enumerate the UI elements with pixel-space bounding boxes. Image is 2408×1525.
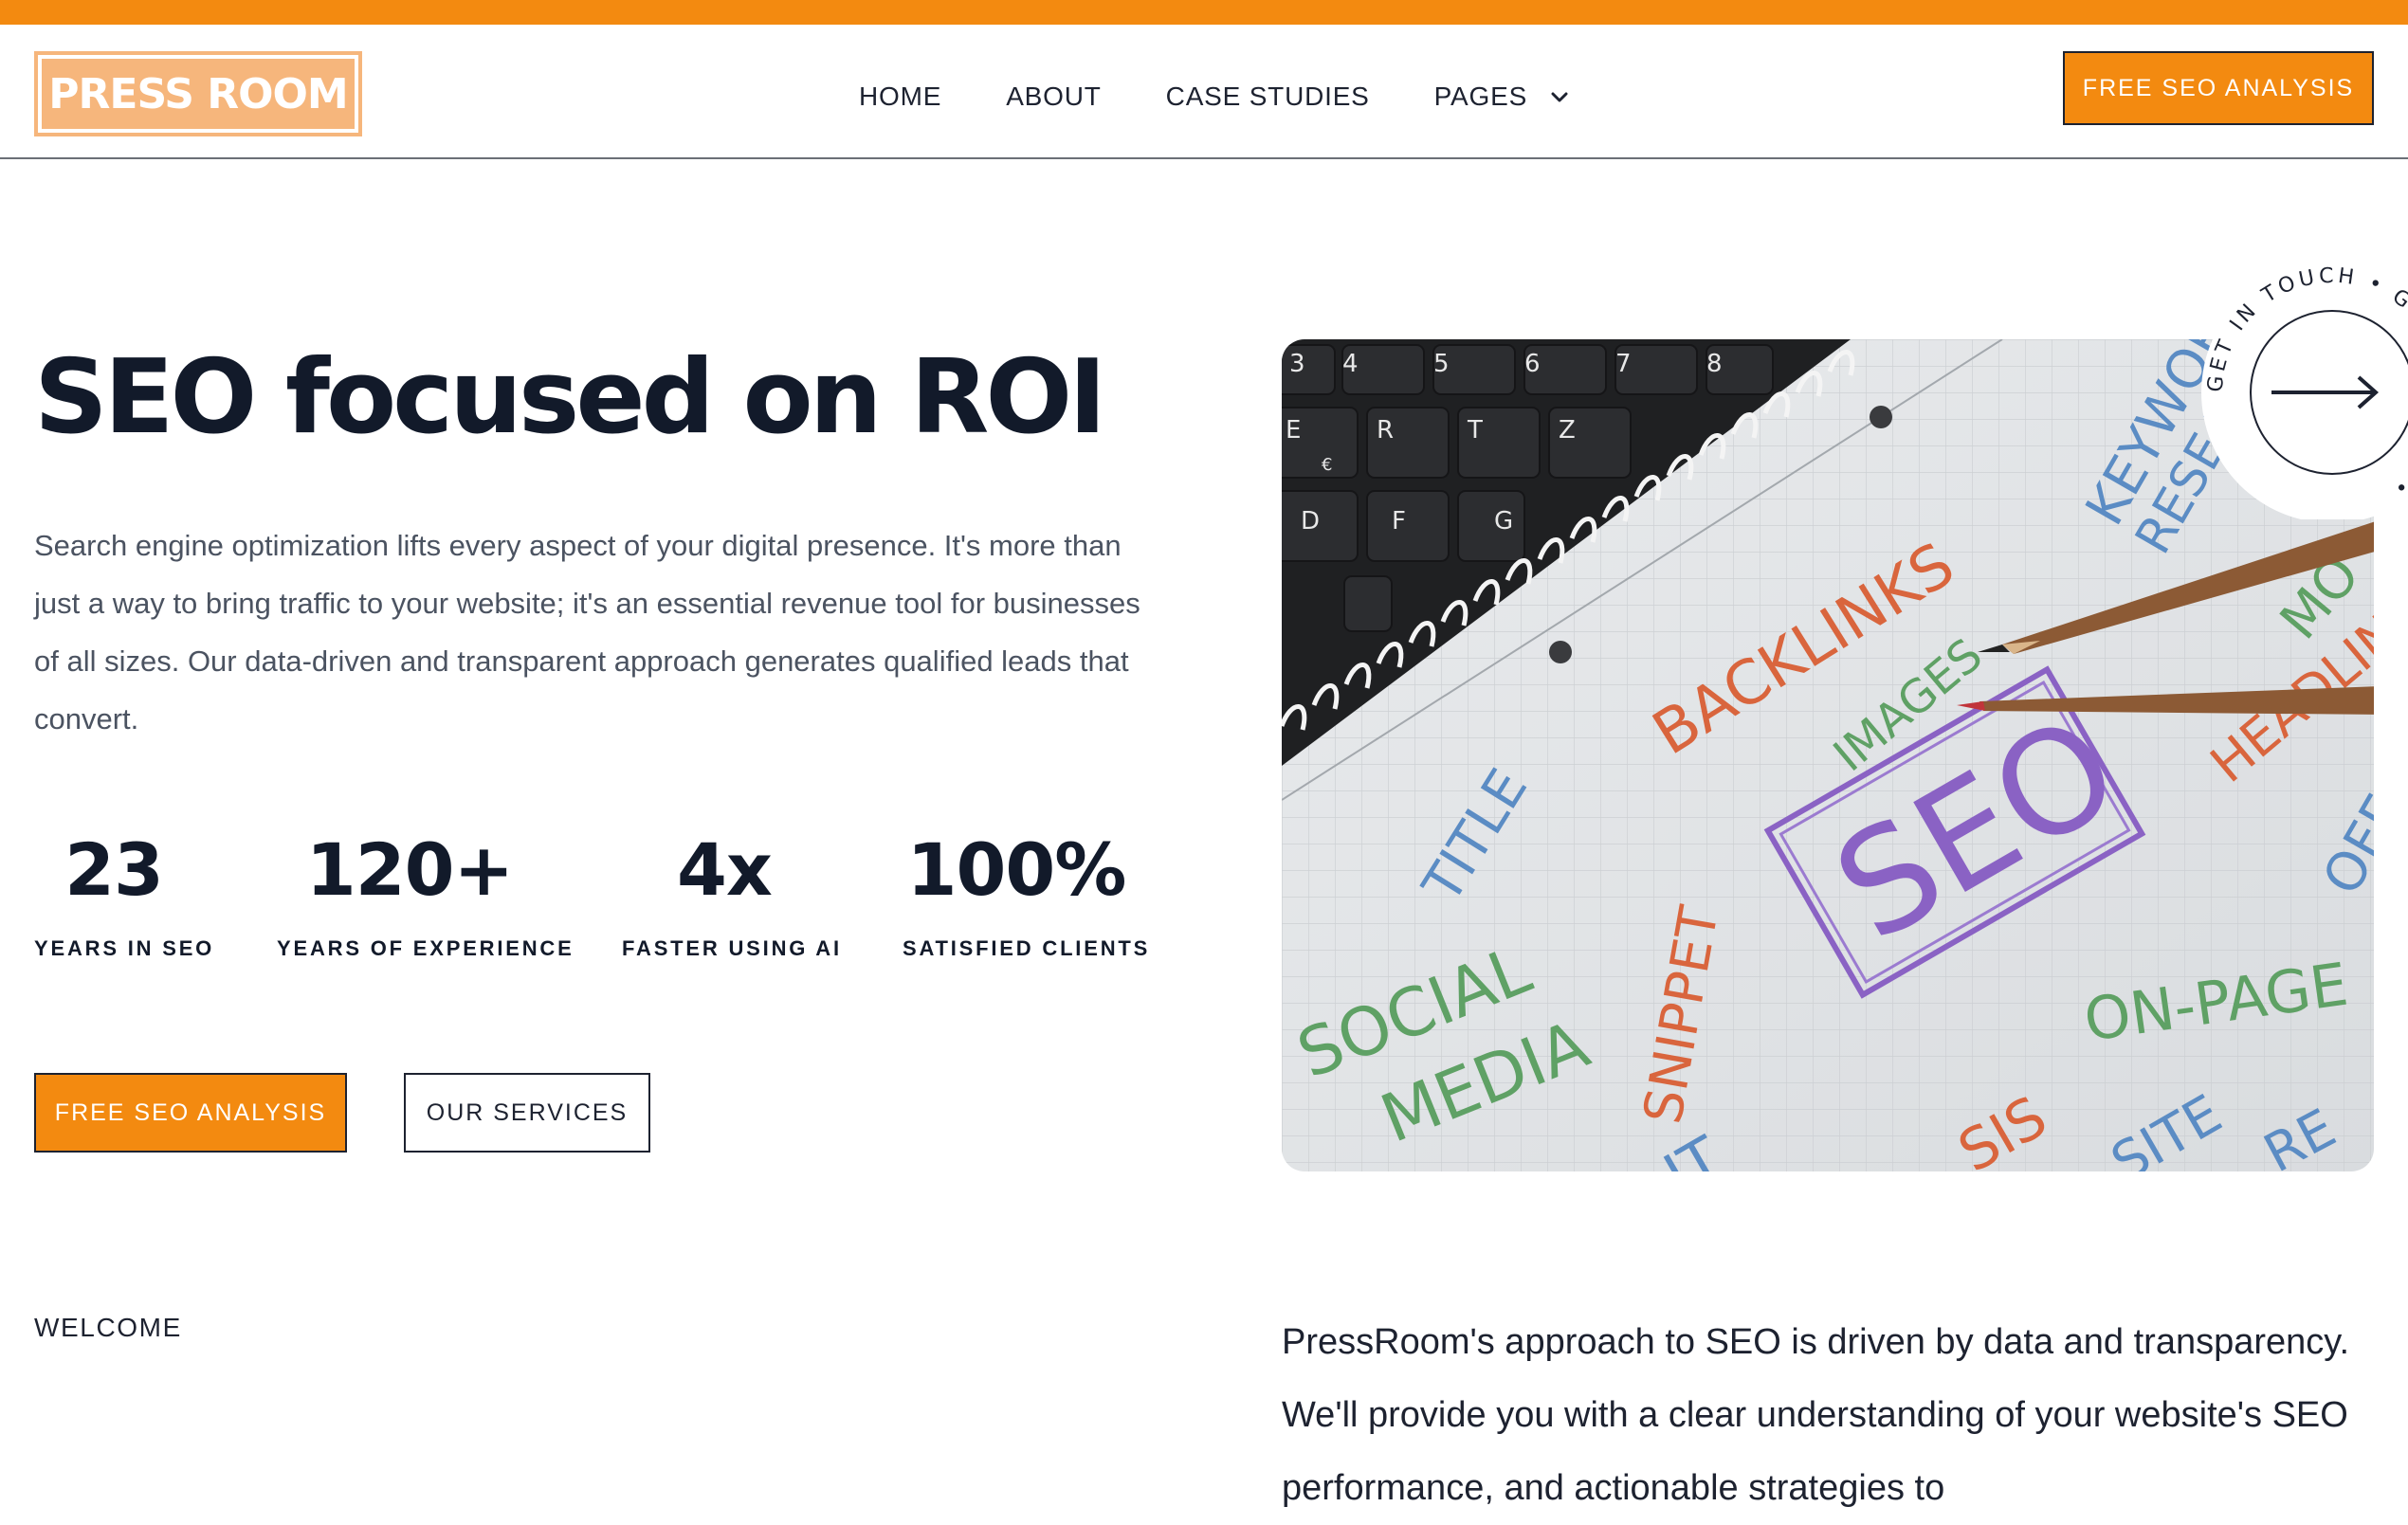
site-header: PRESS ROOM HOME ABOUT CASE STUDIES PAGES… (0, 25, 2408, 159)
hero-title-prefix: SEO focused on (34, 338, 911, 457)
stat-value: 100% (906, 827, 1127, 912)
main-nav: HOME ABOUT CASE STUDIES PAGES (859, 78, 1569, 116)
stat-satisfied-clients: 100% SATISFIED CLIENTS (903, 823, 1151, 961)
hero-description: Search engine optimization lifts every a… (34, 529, 1140, 735)
header-free-seo-analysis-button[interactable]: FREE SEO ANALYSIS (2063, 51, 2374, 125)
stat-years-in-seo: 23 YEARS IN SEO (34, 823, 215, 961)
nav-pages-dropdown[interactable]: PAGES (1434, 82, 1569, 112)
key-label: € (1322, 455, 1332, 475)
nav-pages-label: PAGES (1433, 82, 1528, 111)
nav-case-studies[interactable]: CASE STUDIES (1166, 82, 1370, 112)
stat-label: SATISFIED CLIENTS (903, 936, 1151, 960)
key-label: F (1392, 507, 1406, 536)
key-label: R (1377, 416, 1394, 445)
logo-text: PRESS ROOM (42, 59, 355, 129)
stat-label: FASTER USING AI (622, 936, 842, 960)
chevron-down-icon (1550, 90, 1569, 103)
key-label: 4 (1342, 350, 1359, 378)
key-label: 3 (1289, 350, 1305, 378)
nav-about[interactable]: ABOUT (1006, 82, 1101, 112)
stat-value: 23 (64, 827, 164, 912)
stat-label: YEARS IN SEO (34, 936, 215, 960)
stat-value: 4x (677, 827, 773, 912)
hero-title-highlight: ROI (910, 336, 1113, 460)
logo[interactable]: PRESS ROOM (34, 51, 362, 136)
key-label: 8 (1706, 350, 1723, 378)
hero-free-seo-analysis-button[interactable]: FREE SEO ANALYSIS (34, 1073, 347, 1153)
about-text: PressRoom's approach to SEO is driven by… (1282, 1322, 2350, 1508)
stat-value: 120+ (305, 827, 514, 912)
key-label: 6 (1524, 350, 1541, 378)
our-services-button[interactable]: OUR SERVICES (404, 1073, 650, 1153)
stat-label: YEARS OF EXPERIENCE (277, 936, 575, 960)
nav-home[interactable]: HOME (859, 82, 941, 112)
get-in-touch-badge[interactable]: GET IN TOUCH • GET IN TOUCH • (2199, 263, 2408, 519)
hero-title: SEO focused on ROI (34, 336, 1113, 460)
top-accent-bar (0, 0, 2408, 25)
welcome-label: WELCOME (34, 1313, 182, 1342)
stat-years-of-experience: 120+ YEARS OF EXPERIENCE (277, 823, 575, 961)
key-label: G (1494, 507, 1513, 536)
key-label: 7 (1615, 350, 1632, 378)
key-label: T (1467, 416, 1483, 445)
key-label: E (1286, 416, 1301, 445)
stat-faster-using-ai: 4x FASTER USING AI (622, 823, 842, 961)
key-label: D (1301, 507, 1320, 536)
key-label: 5 (1433, 350, 1450, 378)
key-label: Z (1559, 416, 1576, 445)
